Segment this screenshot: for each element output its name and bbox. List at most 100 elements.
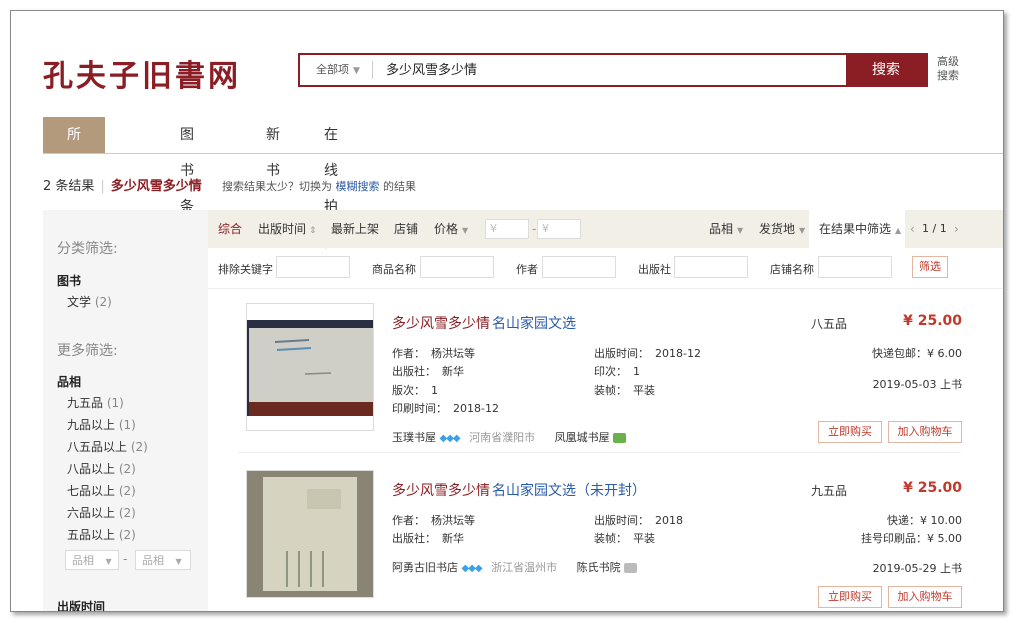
site-logo[interactable]: 孔夫子旧書网	[43, 51, 241, 95]
advanced-search-link[interactable]: 高级搜索	[937, 55, 965, 83]
author-field: 作者： 杨洪坛等	[392, 512, 475, 528]
name-input[interactable]	[420, 256, 494, 278]
field-value: 平装	[633, 384, 655, 397]
separator: |	[100, 179, 105, 194]
search-scope-select[interactable]: 全部项 ▼	[300, 55, 370, 85]
publisher-input[interactable]	[674, 256, 748, 278]
select-label: 品相	[72, 554, 94, 567]
shop-name-link[interactable]: 阿勇古旧书店	[392, 561, 458, 574]
book-photo	[247, 320, 373, 416]
field-value: 新华	[442, 532, 464, 545]
condition-count: (2)	[118, 462, 136, 476]
tab-book-entries[interactable]: 图书条目	[180, 117, 194, 251]
browser-frame: 孔夫子旧書网 全部项 ▼ 搜索 高级搜索 所有商品 图书条目 新书 在线拍卖 2 …	[10, 10, 1004, 612]
condition-range-from-select[interactable]: 品相 ▼	[65, 550, 119, 570]
shop-name-link[interactable]: 玉璞书屋	[392, 431, 436, 444]
filter-in-results[interactable]: 在结果中筛选 ▲	[809, 210, 905, 248]
prev-page-icon[interactable]: ‹	[910, 210, 915, 248]
add-to-cart-button[interactable]: 加入购物车	[888, 586, 962, 608]
sort-shop[interactable]: 店铺	[394, 210, 418, 248]
price-min-input[interactable]: ¥	[485, 219, 529, 239]
title-main: 多少风雪多少情	[392, 316, 490, 332]
condition-item[interactable]: 七品以上 (2)	[67, 482, 136, 499]
book-thumbnail[interactable]	[246, 303, 374, 431]
condition-group: 品相	[57, 375, 82, 389]
diamond-rating-icon: ◆◆◆	[439, 433, 461, 444]
condition-item[interactable]: 九品以上 (1)	[67, 416, 136, 433]
condition-item[interactable]: 五品以上 (2)	[67, 526, 136, 543]
shop-info: 玉璞书屋 ◆◆◆ 河南省濮阳市 凤凰城书屋	[392, 429, 626, 445]
sort-price[interactable]: 价格 ▼	[434, 210, 468, 248]
edition-field: 版次： 1	[392, 382, 438, 398]
buy-now-button[interactable]: 立即购买	[818, 421, 882, 443]
search-button[interactable]: 搜索	[846, 55, 926, 85]
chat-icon[interactable]	[623, 563, 637, 573]
exclude-input[interactable]	[276, 256, 350, 278]
sort-newest[interactable]: 最新上架	[331, 210, 379, 248]
seller-name-link[interactable]: 陈氏书院	[577, 561, 621, 574]
tab-new-books[interactable]: 新书	[266, 117, 280, 179]
seller-name-link[interactable]: 凤凰城书屋	[555, 431, 610, 444]
condition-item[interactable]: 八五品以上 (2)	[67, 438, 148, 455]
category-item-literature[interactable]: 文学 (2)	[67, 293, 112, 310]
category-heading: 分类筛选:	[57, 241, 118, 257]
condition-item[interactable]: 八品以上 (2)	[67, 460, 136, 477]
field-value: 2018	[655, 514, 683, 527]
chat-icon[interactable]	[612, 433, 626, 443]
item-title[interactable]: 多少风雪多少情 名山家园文选（未开封）	[392, 480, 646, 500]
add-to-cart-button[interactable]: 加入购物车	[888, 421, 962, 443]
item-condition: 九五品	[811, 484, 848, 498]
book-thumbnail[interactable]	[246, 470, 374, 598]
field-value: 2018-12	[655, 347, 701, 360]
sort-comprehensive[interactable]: 综合	[218, 210, 242, 248]
sort-arrows-icon: ⇕	[309, 226, 317, 236]
filter-ship-from[interactable]: 发货地 ▼	[759, 210, 805, 248]
filter-condition[interactable]: 品相 ▼	[709, 210, 743, 248]
shopname-input[interactable]	[818, 256, 892, 278]
author-field: 作者： 杨洪坛等	[392, 345, 475, 361]
publisher-field: 出版社： 新华	[392, 530, 464, 546]
condition-count: (2)	[130, 440, 148, 454]
more-filters-heading: 更多筛选:	[57, 343, 118, 359]
tab-auction[interactable]: 在线拍卖	[324, 117, 338, 251]
shop-info: 阿勇古旧书店 ◆◆◆ 浙江省温州市 陈氏书院	[392, 559, 637, 575]
field-key: 装帧：	[594, 384, 627, 397]
field-key: 出版时间：	[594, 347, 649, 360]
field-key: 出版社：	[392, 365, 436, 378]
pubtime-field: 出版时间： 2018	[594, 512, 683, 528]
field-key: 作者：	[392, 347, 425, 360]
field-key: 印次：	[594, 365, 627, 378]
item-title[interactable]: 多少风雪多少情 名山家园文选	[392, 313, 576, 333]
field-key: 印刷时间：	[392, 402, 447, 415]
shipping-fee-express: 快递：¥ 10.00	[887, 514, 962, 527]
filter-ship-from-label: 发货地	[759, 222, 796, 236]
condition-label: 八五品以上	[67, 440, 128, 454]
condition-count: (1)	[106, 396, 124, 410]
next-page-icon[interactable]: ›	[954, 210, 959, 248]
search-scope-label: 全部项	[316, 63, 349, 76]
page-indicator: 1 / 1	[922, 222, 947, 235]
field-key: 出版社：	[392, 532, 436, 545]
tip-prefix: 搜索结果太少？切换为	[221, 180, 332, 193]
listed-date: 2019-05-29 上书	[872, 562, 962, 575]
buy-now-button[interactable]: 立即购买	[818, 586, 882, 608]
tab-all-products[interactable]: 所有商品	[43, 117, 105, 251]
price-max-input[interactable]: ¥	[537, 219, 581, 239]
author-input[interactable]	[542, 256, 616, 278]
filter-button[interactable]: 筛选	[912, 256, 948, 278]
category-group-books[interactable]: 图书	[57, 272, 81, 289]
field-key: 装帧：	[594, 532, 627, 545]
field-key: 作者：	[392, 514, 425, 527]
field-value: 杨洪坛等	[431, 347, 475, 360]
item-condition: 八五品	[811, 317, 848, 331]
sort-pubtime[interactable]: 出版时间 ⇕	[258, 210, 317, 248]
condition-item[interactable]: 六品以上 (2)	[67, 504, 136, 521]
title-sub: 名山家园文选	[492, 316, 576, 332]
search-input[interactable]	[384, 55, 838, 87]
condition-item[interactable]: 九五品 (1)	[67, 394, 124, 411]
filter-in-results-label: 在结果中筛选	[819, 222, 892, 236]
condition-range-to-select[interactable]: 品相 ▼	[135, 550, 191, 570]
binding-field: 装帧： 平装	[594, 530, 655, 546]
fuzzy-search-link[interactable]: 模糊搜索	[335, 180, 379, 193]
shop-location: 浙江省温州市	[491, 561, 558, 574]
